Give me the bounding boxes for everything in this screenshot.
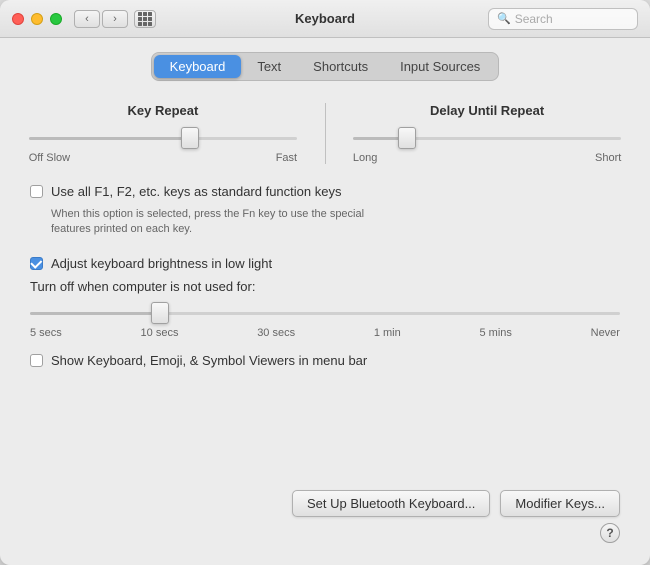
search-box[interactable]: 🔍 Search [488, 8, 638, 30]
tab-keyboard[interactable]: Keyboard [154, 55, 242, 78]
brightness-thumb[interactable] [151, 302, 169, 324]
window: ‹ › Keyboard 🔍 Search Keyboard Text Shor… [0, 0, 650, 565]
key-repeat-slider[interactable] [29, 128, 297, 148]
tab-input-sources[interactable]: Input Sources [384, 55, 496, 78]
key-repeat-label: Key Repeat [127, 103, 198, 118]
brightness-tick-labels: 5 secs 10 secs 30 secs 1 min 5 mins Neve… [30, 327, 620, 339]
show-keyboard-checkbox[interactable] [30, 354, 43, 367]
brightness-section: Adjust keyboard brightness in low light … [20, 256, 630, 340]
key-repeat-labels: Off Slow Fast [29, 152, 297, 164]
key-repeat-group: Key Repeat Off Slow Fast [29, 103, 297, 164]
fn-keys-row: Use all F1, F2, etc. keys as standard fu… [30, 184, 620, 201]
tick-10secs: 10 secs [141, 327, 179, 339]
bottom-buttons: Set Up Bluetooth Keyboard... Modifier Ke… [20, 470, 630, 517]
fn-keys-checkbox[interactable] [30, 185, 43, 198]
tick-5secs: 5 secs [30, 327, 62, 339]
key-repeat-right-label: Fast [276, 152, 297, 164]
search-icon: 🔍 [497, 12, 511, 25]
key-repeat-left-label: Off Slow [29, 152, 70, 164]
tab-shortcuts[interactable]: Shortcuts [297, 55, 384, 78]
delay-repeat-right-label: Short [595, 152, 621, 164]
modifier-keys-button[interactable]: Modifier Keys... [500, 490, 620, 517]
brightness-row: Adjust keyboard brightness in low light [30, 256, 620, 273]
minimize-button[interactable] [31, 13, 43, 25]
tick-5mins: 5 mins [479, 327, 511, 339]
show-keyboard-label: Show Keyboard, Emoji, & Symbol Viewers i… [51, 353, 367, 370]
traffic-lights [12, 13, 62, 25]
search-placeholder: Search [515, 12, 553, 26]
forward-button[interactable]: › [102, 10, 128, 28]
show-keyboard-row: Show Keyboard, Emoji, & Symbol Viewers i… [30, 353, 620, 370]
key-repeat-thumb[interactable] [181, 127, 199, 149]
fn-keys-section: Use all F1, F2, etc. keys as standard fu… [20, 184, 630, 250]
main-area: Key Repeat Off Slow Fast Delay Until Rep… [20, 103, 630, 517]
slider-divider [325, 103, 326, 164]
titlebar: ‹ › Keyboard 🔍 Search [0, 0, 650, 38]
delay-repeat-thumb[interactable] [398, 127, 416, 149]
show-keyboard-section: Show Keyboard, Emoji, & Symbol Viewers i… [20, 353, 630, 376]
turn-off-label: Turn off when computer is not used for: [30, 279, 620, 296]
help-button[interactable]: ? [600, 523, 620, 543]
brightness-track [30, 312, 620, 315]
close-button[interactable] [12, 13, 24, 25]
tick-never: Never [591, 327, 620, 339]
brightness-checkbox[interactable] [30, 257, 43, 270]
key-repeat-track [29, 137, 297, 140]
window-title: Keyboard [295, 11, 355, 26]
fn-keys-subtext: When this option is selected, press the … [51, 207, 620, 238]
grid-button[interactable] [134, 10, 156, 28]
brightness-label: Adjust keyboard brightness in low light [51, 256, 272, 273]
delay-repeat-left-label: Long [353, 152, 377, 164]
delay-repeat-track [353, 137, 621, 140]
brightness-slider[interactable] [30, 303, 620, 323]
delay-repeat-label: Delay Until Repeat [430, 103, 544, 118]
delay-repeat-labels: Long Short [353, 152, 621, 164]
delay-repeat-slider[interactable] [353, 128, 621, 148]
bluetooth-keyboard-button[interactable]: Set Up Bluetooth Keyboard... [292, 490, 490, 517]
tab-bar: Keyboard Text Shortcuts Input Sources [151, 52, 500, 81]
tick-30secs: 30 secs [257, 327, 295, 339]
tick-1min: 1 min [374, 327, 401, 339]
sliders-row: Key Repeat Off Slow Fast Delay Until Rep… [20, 103, 630, 164]
content: Keyboard Text Shortcuts Input Sources Ke… [0, 38, 650, 565]
maximize-button[interactable] [50, 13, 62, 25]
help-container: ? [20, 523, 630, 549]
delay-repeat-group: Delay Until Repeat Long Short [353, 103, 621, 164]
tab-text[interactable]: Text [241, 55, 297, 78]
grid-icon [138, 12, 152, 26]
fn-keys-label: Use all F1, F2, etc. keys as standard fu… [51, 184, 341, 201]
back-button[interactable]: ‹ [74, 10, 100, 28]
nav-buttons: ‹ › [74, 10, 128, 28]
